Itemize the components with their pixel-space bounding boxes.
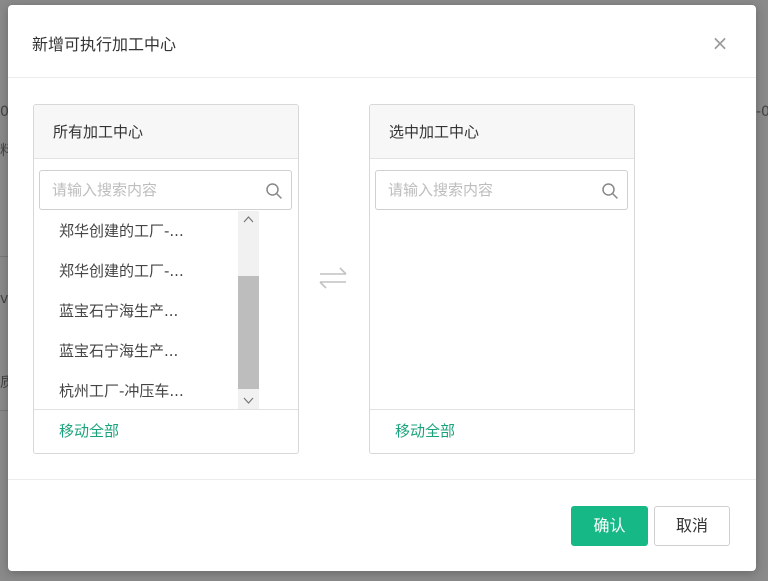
scroll-up-icon[interactable] [238, 211, 259, 228]
search-input[interactable] [52, 171, 262, 209]
list-item[interactable]: 杭州工厂-冲压车... [34, 371, 238, 411]
search-box [375, 170, 628, 210]
background-divider [0, 410, 8, 411]
panel-footer: 移动全部 [370, 409, 634, 453]
selected-work-centers-panel: 选中加工中心 移动全部 [369, 104, 635, 454]
list-item[interactable]: 郑华创建的工厂-... [34, 251, 238, 291]
panel-title: 选中加工中心 [370, 105, 634, 159]
background-divider [0, 256, 8, 257]
scroll-down-icon[interactable] [238, 393, 259, 410]
search-icon[interactable] [601, 182, 619, 200]
list-item[interactable]: 郑华创建的工厂-... [34, 211, 238, 251]
dialog-footer: 确认 取消 [8, 479, 756, 571]
add-work-center-dialog: 新增可执行加工中心 × 所有加工中心 郑华创建的工厂-... 郑华创建的工厂-.… [8, 5, 756, 571]
background-fragment: -0 [756, 104, 768, 120]
search-box [39, 170, 292, 210]
dialog-header: 新增可执行加工中心 × [8, 5, 756, 78]
move-all-button[interactable]: 移动全部 [59, 410, 119, 452]
cancel-button[interactable]: 取消 [654, 506, 730, 546]
close-icon[interactable]: × [710, 33, 730, 53]
all-work-centers-panel: 所有加工中心 郑华创建的工厂-... 郑华创建的工厂-... 蓝宝石宁海生产..… [33, 104, 299, 454]
panel-title: 所有加工中心 [34, 105, 298, 159]
dialog-title: 新增可执行加工中心 [32, 35, 177, 54]
confirm-button[interactable]: 确认 [571, 506, 648, 546]
selected-list [370, 211, 634, 410]
list-scrollbar[interactable] [238, 211, 259, 410]
transfer-arrows-icon [319, 267, 347, 289]
panel-footer: 移动全部 [34, 409, 298, 453]
list-item[interactable]: 蓝宝石宁海生产... [34, 291, 238, 331]
search-icon[interactable] [265, 182, 283, 200]
scrollbar-thumb[interactable] [238, 276, 259, 389]
work-center-list: 郑华创建的工厂-... 郑华创建的工厂-... 蓝宝石宁海生产... 蓝宝石宁海… [34, 211, 298, 410]
move-all-button[interactable]: 移动全部 [395, 410, 455, 452]
list-item[interactable]: 蓝宝石宁海生产... [34, 331, 238, 371]
search-input[interactable] [388, 171, 598, 209]
